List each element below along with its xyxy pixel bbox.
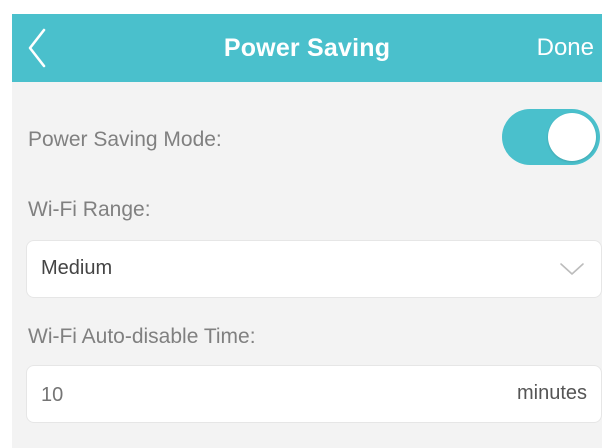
- settings-panel: Power Saving Mode: Wi-Fi Range: Medium W…: [12, 82, 602, 448]
- auto-disable-field: minutes: [26, 365, 602, 423]
- auto-disable-label: Wi-Fi Auto-disable Time:: [28, 325, 256, 348]
- page-title: Power Saving: [223, 34, 391, 62]
- toggle-knob: [548, 113, 596, 161]
- power-saving-screen: Power Saving Done Power Saving Mode: Wi-…: [0, 0, 602, 448]
- header-bar: Power Saving Done: [12, 14, 602, 82]
- top-strip: [0, 0, 602, 14]
- wifi-range-select[interactable]: Medium: [26, 240, 602, 298]
- done-button[interactable]: Done: [537, 34, 594, 62]
- power-saving-mode-label: Power Saving Mode:: [28, 128, 222, 151]
- wifi-range-label: Wi-Fi Range:: [28, 198, 151, 221]
- minutes-unit: minutes: [516, 382, 587, 404]
- power-saving-toggle[interactable]: [502, 109, 600, 165]
- wifi-range-value: Medium: [41, 257, 113, 279]
- auto-disable-input[interactable]: [41, 380, 441, 410]
- chevron-down-icon: [559, 259, 585, 279]
